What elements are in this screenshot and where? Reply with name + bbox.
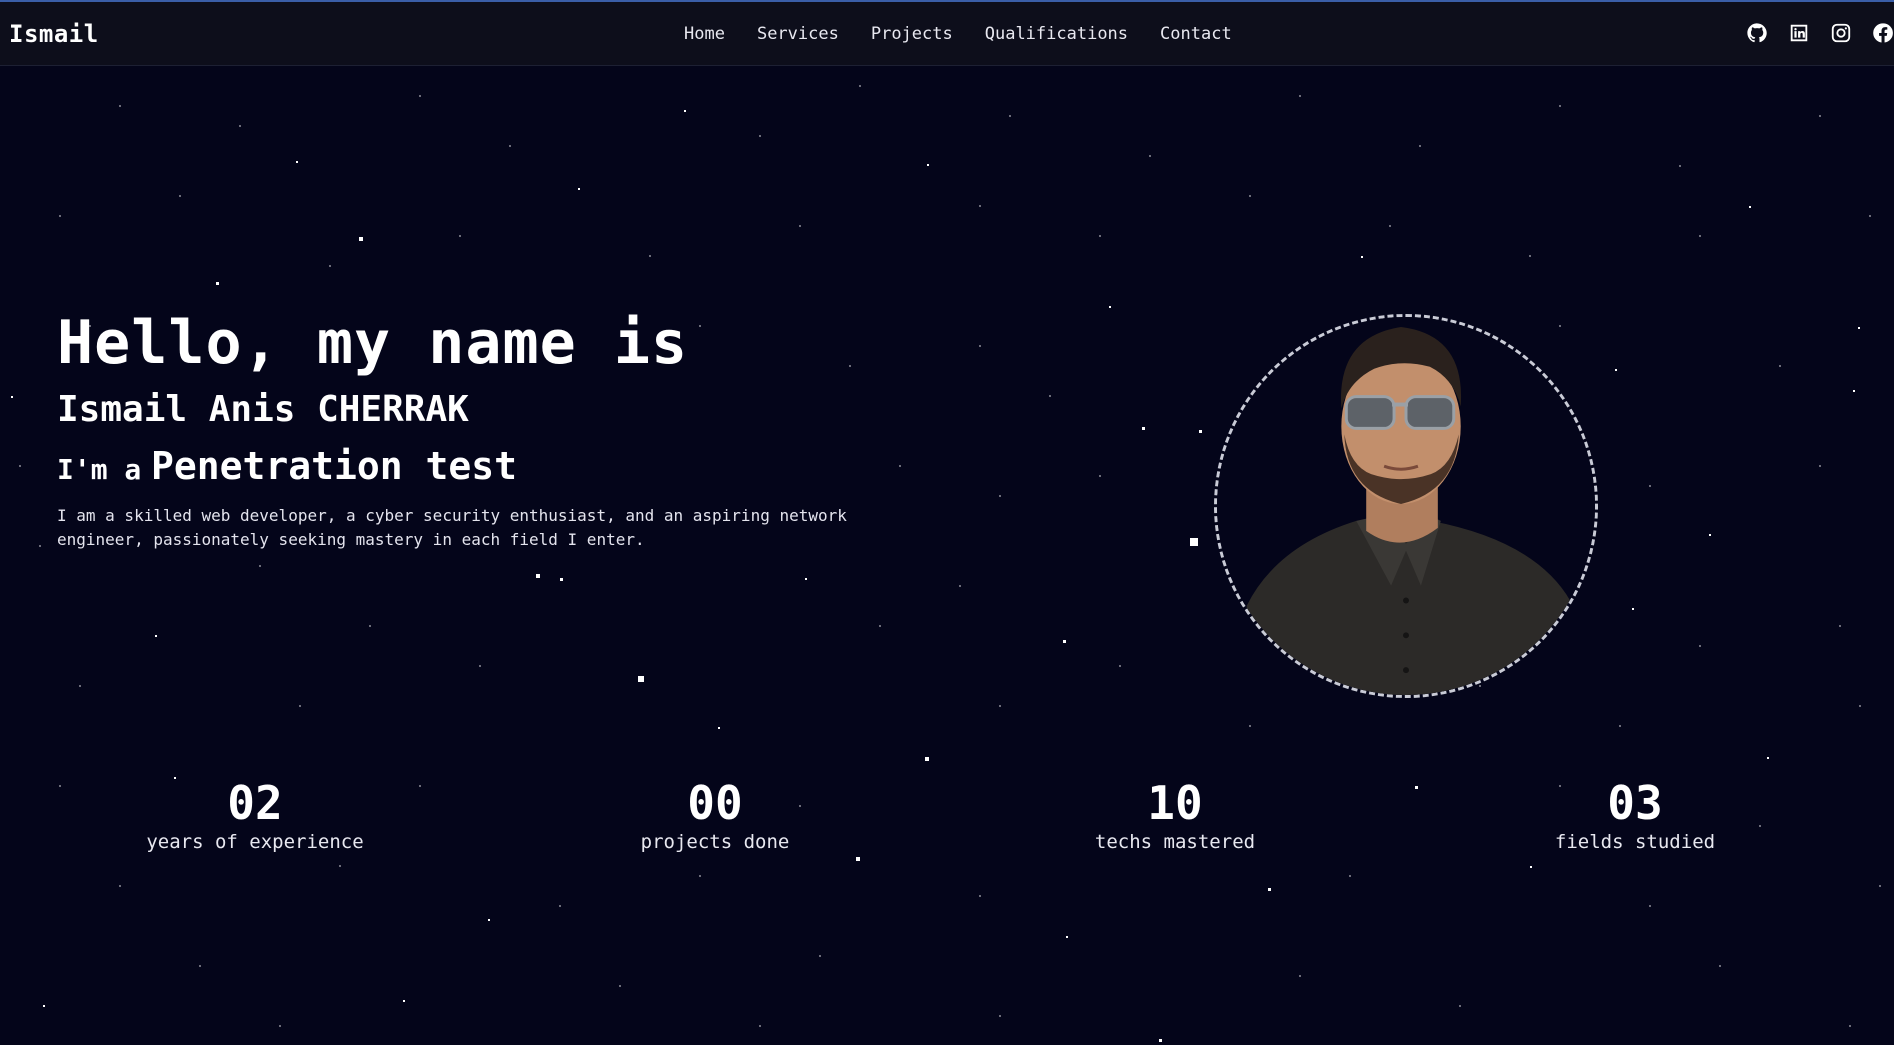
nav-link-services[interactable]: Services [757, 24, 839, 44]
stat-label: years of experience [146, 831, 364, 853]
hero-role-typed: Penetration test [150, 444, 517, 488]
linkedin-icon[interactable] [1788, 22, 1810, 44]
stat-label: techs mastered [1094, 831, 1256, 853]
starfield-background [11, 85, 1881, 1042]
stat-number: 00 [687, 776, 743, 830]
hero-name: Ismail Anis CHERRAK [57, 389, 469, 430]
stat-number: 02 [227, 776, 283, 830]
social-links [1726, 22, 1894, 44]
nav-link-home[interactable]: Home [684, 24, 725, 44]
stat-projects: 00 projects done [565, 778, 865, 854]
instagram-icon[interactable] [1830, 22, 1852, 44]
facebook-icon[interactable] [1872, 22, 1894, 44]
profile-photo [1217, 317, 1595, 695]
stat-number: 10 [1147, 776, 1203, 830]
stat-label: fields studied [1554, 831, 1716, 853]
stat-fields: 03 fields studied [1485, 778, 1785, 854]
hero-about: I am a skilled web developer, a cyber se… [57, 506, 847, 549]
profile-avatar [1214, 314, 1598, 698]
hero-role-prefix: I'm a [57, 453, 142, 486]
navbar: Ismail Home Services Projects Qualificat… [0, 2, 1894, 66]
page: Ismail Home Services Projects Qualificat… [0, 0, 1894, 1045]
stat-experience: 02 years of experience [105, 778, 405, 854]
nav-links: Home Services Projects Qualifications Co… [684, 24, 1264, 44]
hero-role-line: I'm a Penetration test [57, 444, 517, 488]
nav-link-projects[interactable]: Projects [871, 24, 953, 44]
hero-greeting: Hello, my name is [57, 308, 689, 378]
stat-label: projects done [640, 831, 790, 853]
nav-link-qualifications[interactable]: Qualifications [985, 24, 1128, 44]
stat-number: 03 [1607, 776, 1663, 830]
brand-logo[interactable]: Ismail [9, 20, 99, 48]
stat-techs: 10 techs mastered [1025, 778, 1325, 854]
github-icon[interactable] [1746, 22, 1768, 44]
nav-link-contact[interactable]: Contact [1160, 24, 1232, 44]
